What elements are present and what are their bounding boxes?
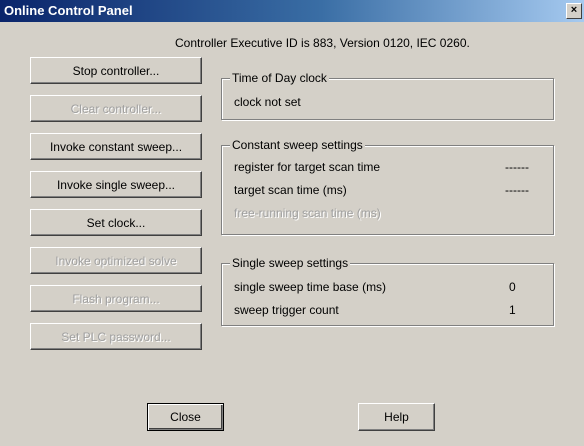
set-clock-button[interactable]: Set clock...	[30, 209, 202, 236]
single-sweep-time-base-label: single sweep time base (ms)	[234, 280, 387, 294]
stop-controller-button[interactable]: Stop controller...	[30, 57, 202, 84]
close-button[interactable]: Close	[147, 403, 224, 431]
register-target-scan-value: ------	[505, 160, 529, 174]
invoke-single-sweep-button[interactable]: Invoke single sweep...	[30, 171, 202, 198]
time-of-day-group: Time of Day clock clock not set	[221, 71, 554, 120]
free-running-scan-time-label: free-running scan time (ms)	[234, 206, 381, 220]
target-scan-time-label: target scan time (ms)	[234, 183, 347, 197]
sweep-trigger-count-value: 1	[509, 303, 516, 317]
sweep-trigger-count-label: sweep trigger count	[234, 303, 339, 317]
window-title: Online Control Panel	[4, 3, 133, 18]
clock-status-text: clock not set	[234, 95, 301, 109]
invoke-optimized-solve-button[interactable]: Invoke optimized solve	[30, 247, 202, 274]
controller-executive-info: Controller Executive ID is 883, Version …	[175, 36, 470, 50]
online-control-panel-dialog: Online Control Panel × Controller Execut…	[0, 0, 584, 446]
single-sweep-time-base-value: 0	[509, 280, 516, 294]
set-plc-password-button[interactable]: Set PLC password...	[30, 323, 202, 350]
help-button[interactable]: Help	[358, 403, 435, 431]
constant-sweep-legend: Constant sweep settings	[230, 138, 365, 152]
register-target-scan-label: register for target scan time	[234, 160, 381, 174]
single-sweep-group: Single sweep settings single sweep time …	[221, 256, 554, 326]
time-of-day-legend: Time of Day clock	[230, 71, 329, 85]
flash-program-button[interactable]: Flash program...	[30, 285, 202, 312]
invoke-constant-sweep-button[interactable]: Invoke constant sweep...	[30, 133, 202, 160]
clear-controller-button[interactable]: Clear controller...	[30, 95, 202, 122]
close-window-icon[interactable]: ×	[566, 3, 582, 19]
target-scan-time-value: ------	[505, 183, 529, 197]
title-bar[interactable]: Online Control Panel ×	[0, 0, 584, 22]
constant-sweep-group: Constant sweep settings register for tar…	[221, 138, 554, 235]
single-sweep-legend: Single sweep settings	[230, 256, 351, 270]
